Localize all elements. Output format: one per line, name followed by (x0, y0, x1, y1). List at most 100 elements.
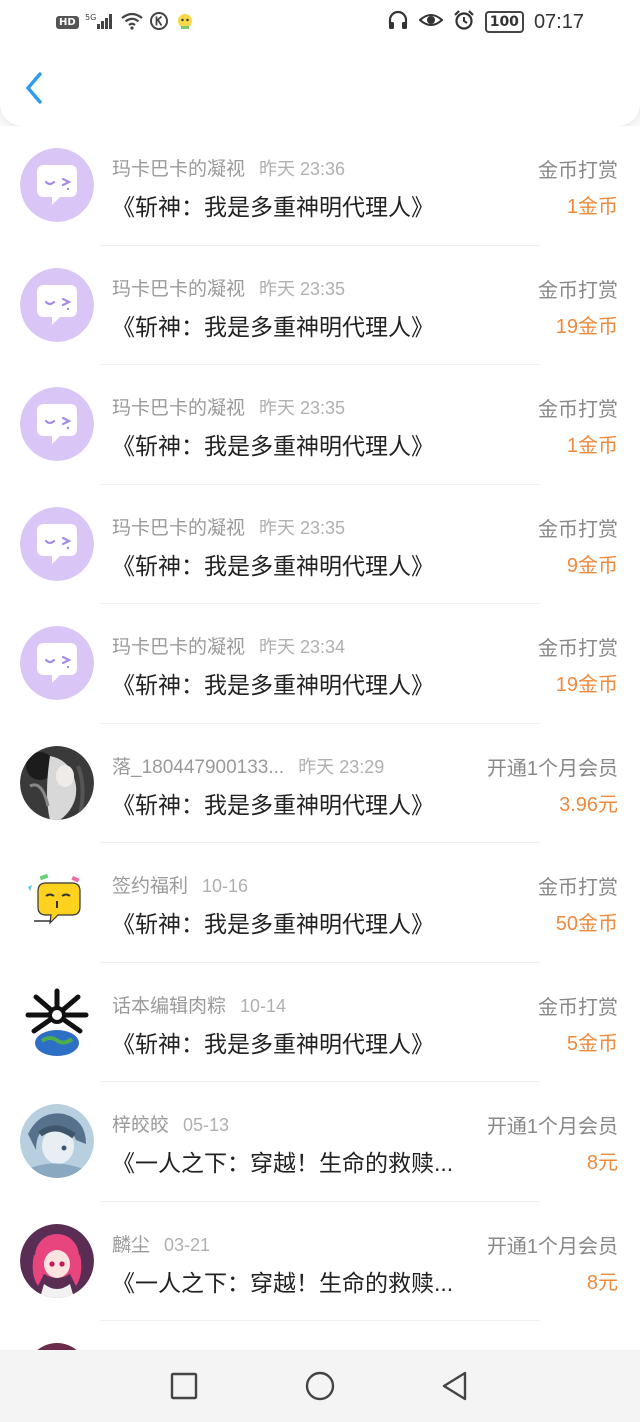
user-avatar[interactable] (20, 745, 94, 820)
reward-type: 开通1个月会员 (486, 1235, 618, 1258)
record-item[interactable]: 玛卡巴卡的凝视 昨天 23:34 《斩神：我是多重神明代理人》 金币打赏 19金币 (0, 604, 640, 724)
book-title: 《斩神：我是多重神明代理人》 (112, 313, 434, 340)
record-item[interactable]: 落_180447900133... 昨天 23:29 《斩神：我是多重神明代理人》 开… (0, 723, 640, 843)
user-avatar[interactable] (20, 148, 94, 222)
reward-amount: 1金币 (566, 196, 618, 218)
reward-type: 金币打赏 (538, 518, 618, 541)
reward-type: 开通1个月会员 (486, 757, 618, 780)
reward-type: 金币打赏 (538, 399, 618, 421)
notification-app-icon (175, 11, 195, 34)
user-avatar[interactable] (20, 506, 94, 581)
user-name: 玛卡巴卡的凝视 昨天 23:35 (112, 513, 345, 540)
user-name-text: 玛卡巴卡的凝视 (112, 398, 246, 419)
bubble-avatar-image (20, 506, 94, 581)
record-item[interactable]: 梓皎皎 05-13 《一人之下：穿越！生命的救赎... 开通1个月会员 8元 (0, 1082, 640, 1202)
triangle-back-icon (442, 1371, 467, 1401)
reward-amount: 3.96元 (559, 793, 618, 816)
user-name: 签约福利 10-16 (112, 871, 248, 898)
record-item[interactable]: 签约福利 10-16 《斩神：我是多重神明代理人》 金币打赏 50金币 (0, 843, 640, 963)
record-item[interactable]: 玛卡巴卡的凝视 昨天 23:35 《斩神：我是多重神明代理人》 金币打赏 9金币 (0, 484, 640, 604)
reward-record-list: 玛卡巴卡的凝视 昨天 23:36 《斩神：我是多重神明代理人》 金币打赏 1金币 玛卡巴卡… (0, 126, 640, 1405)
book-title: 《斩神：我是多重神明代理人》 (112, 672, 434, 698)
reward-type: 金币打赏 (538, 279, 618, 302)
book-title: 《斩神：我是多重神明代理人》 (112, 433, 434, 459)
record-time: 昨天 23:36 (259, 159, 346, 179)
hd-badge: HD (56, 15, 79, 29)
reward-type: 金币打赏 (538, 996, 618, 1019)
user-name-text: 话本编辑肉粽 (112, 995, 227, 1017)
reward-amount: 50金币 (555, 913, 618, 935)
header-bar (0, 44, 640, 126)
status-left: HD 5G (56, 10, 195, 34)
user-name-text: 签约福利 (112, 876, 189, 897)
user-name-text: 落_180447900133... (112, 756, 285, 778)
photo-pink-avatar-image (20, 1223, 94, 1298)
bubble-avatar-image (20, 387, 94, 461)
user-avatar[interactable] (20, 865, 94, 939)
record-item[interactable]: 话本编辑肉粽 10-14 《斩神：我是多重神明代理人》 金币打赏 5金币 (0, 962, 640, 1082)
record-time: 10-16 (202, 876, 249, 896)
book-title: 《斩神：我是多重神明代理人》 (112, 552, 434, 579)
user-avatar[interactable] (20, 626, 94, 700)
record-item-partial[interactable] (0, 1321, 640, 1405)
bubble-avatar-image (20, 148, 94, 222)
reward-amount: 8元 (586, 1152, 618, 1174)
book-title: 《斩神：我是多重神明代理人》 (112, 791, 434, 818)
clock: 07:17 (533, 10, 584, 33)
record-item[interactable]: 麟尘 03-21 《一人之下：穿越！生命的救赎... 开通1个月会员 8元 (0, 1201, 640, 1321)
reward-amount: 1金币 (566, 435, 618, 457)
recents-button[interactable] (168, 1370, 200, 1402)
back-nav-button[interactable] (438, 1370, 470, 1402)
earth-avatar-image (20, 984, 94, 1059)
status-bar: HD 5G 100 07:17 (0, 0, 640, 44)
reward-amount: 19金币 (555, 674, 618, 696)
book-title: 《一人之下：穿越！生命的救赎... (112, 1269, 454, 1296)
user-name-text: 玛卡巴卡的凝视 (112, 517, 246, 539)
reward-type: 开通1个月会员 (486, 1116, 618, 1138)
bubble-avatar-image (20, 267, 94, 342)
book-title: 《斩神：我是多重神明代理人》 (112, 194, 434, 220)
status-right: 100 07:17 (387, 8, 584, 36)
record-time: 昨天 23:35 (259, 398, 346, 418)
photo-dark-avatar-image (20, 745, 94, 820)
user-avatar[interactable] (20, 1104, 94, 1178)
record-item[interactable]: 玛卡巴卡的凝视 昨天 23:36 《斩神：我是多重神明代理人》 金币打赏 1金币 (0, 126, 640, 246)
user-avatar[interactable] (20, 1223, 94, 1298)
alarm-icon (453, 9, 475, 35)
user-name: 话本编辑肉粽 10-14 (112, 991, 286, 1018)
user-name-text: 玛卡巴卡的凝视 (112, 637, 246, 658)
record-time: 10-14 (240, 995, 287, 1016)
user-name-text: 玛卡巴卡的凝视 (112, 159, 246, 180)
back-button[interactable] (20, 70, 48, 106)
reward-type: 金币打赏 (538, 160, 618, 182)
square-icon (170, 1372, 198, 1400)
wifi-icon (120, 12, 143, 33)
user-name: 玛卡巴卡的凝视 昨天 23:35 (112, 393, 345, 420)
reward-amount: 9金币 (566, 554, 618, 577)
user-name: 落_180447900133... 昨天 23:29 (112, 752, 384, 779)
user-name-text: 玛卡巴卡的凝视 (112, 278, 246, 300)
home-button[interactable] (302, 1370, 335, 1402)
user-name: 玛卡巴卡的凝视 昨天 23:34 (112, 632, 345, 659)
reward-amount: 19金币 (555, 315, 618, 338)
book-title: 《斩神：我是多重神明代理人》 (112, 1030, 434, 1057)
book-title: 《一人之下：穿越！生命的救赎... (112, 1150, 454, 1176)
yellow-bubble-avatar-image (20, 865, 94, 939)
user-name: 玛卡巴卡的凝视 昨天 23:36 (112, 154, 345, 181)
record-item[interactable]: 玛卡巴卡的凝视 昨天 23:35 《斩神：我是多重神明代理人》 金币打赏 19金币 (0, 245, 640, 365)
bubble-avatar-image (20, 626, 94, 700)
battery-indicator: 100 (484, 11, 524, 33)
eye-icon (418, 11, 444, 33)
signal-label-5g: 5G (85, 13, 96, 22)
user-avatar[interactable] (20, 984, 94, 1059)
reward-type: 金币打赏 (538, 638, 618, 660)
record-time: 昨天 23:35 (259, 278, 346, 299)
record-time: 昨天 23:29 (298, 756, 385, 777)
signal-icon: 5G (85, 12, 115, 33)
record-time: 昨天 23:35 (259, 517, 346, 538)
user-avatar[interactable] (20, 267, 94, 342)
record-item[interactable]: 玛卡巴卡的凝视 昨天 23:35 《斩神：我是多重神明代理人》 金币打赏 1金币 (0, 365, 640, 485)
reward-amount: 5金币 (566, 1032, 618, 1055)
user-avatar[interactable] (20, 387, 94, 461)
user-name: 梓皎皎 05-13 (112, 1110, 229, 1137)
